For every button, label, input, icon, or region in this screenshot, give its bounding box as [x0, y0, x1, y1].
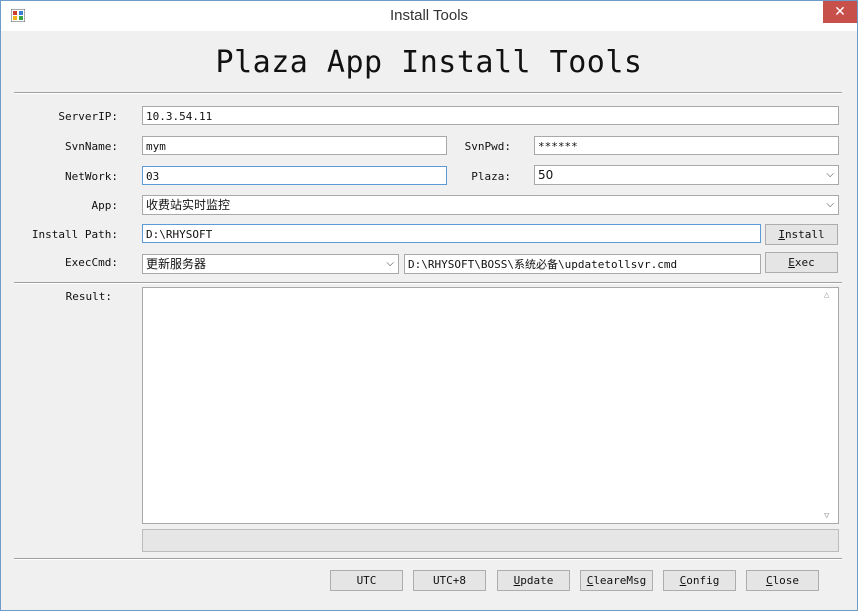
exec-button[interactable]: Exec — [765, 252, 838, 273]
utc8-button[interactable]: UTC+8 — [413, 570, 486, 591]
exec-button-mnemonic: E — [788, 256, 795, 269]
title-bar[interactable]: Install Tools ✕ — [1, 1, 857, 31]
server-ip-input[interactable]: 10.3.54.11 — [142, 106, 839, 125]
clear-msg-button-label: leareMsg — [593, 574, 647, 587]
network-label: NetWork: — [65, 170, 118, 183]
app-window: Install Tools ✕ Plaza App Install Tools … — [0, 0, 858, 611]
divider-top — [14, 92, 842, 94]
close-button-label: lose — [772, 574, 800, 587]
divider-bottom — [14, 558, 842, 560]
chevron-down-icon: ⌵ — [826, 169, 834, 180]
clear-msg-button[interactable]: CleareMsg — [580, 570, 653, 591]
chevron-down-icon: ⌵ — [826, 199, 834, 210]
chevron-down-icon: ⌵ — [386, 258, 394, 269]
divider-middle — [14, 282, 842, 284]
close-button[interactable]: Close — [746, 570, 819, 591]
svn-pwd-label: SvnPwd: — [464, 140, 511, 153]
app-select-value: 收费站实时监控 — [146, 198, 231, 212]
window-title: Install Tools — [389, 7, 469, 24]
update-button-label: pdate — [520, 574, 554, 587]
result-textarea[interactable]: △ ▽ — [142, 287, 839, 524]
app-select[interactable]: 收费站实时监控 ⌵ — [142, 195, 839, 215]
install-path-label: Install Path: — [31, 228, 118, 241]
app-label: App: — [91, 199, 119, 212]
exec-cmd-select[interactable]: 更新服务器 ⌵ — [142, 254, 399, 274]
svn-name-input[interactable]: mym — [142, 136, 447, 155]
utc-button[interactable]: UTC — [330, 570, 403, 591]
plaza-label: Plaza: — [471, 170, 511, 183]
window-close-button[interactable]: ✕ — [823, 1, 857, 23]
exec-cmd-select-value: 更新服务器 — [146, 257, 207, 271]
install-button-label: nstall — [784, 228, 825, 241]
exec-cmd-path-input[interactable]: D:\RHYSOFT\BOSS\系统必备\updatetollsvr.cmd — [404, 254, 761, 274]
config-button-label: onfig — [686, 574, 720, 587]
plaza-select-value: 50 — [538, 168, 554, 182]
result-scrollbar[interactable]: △ ▽ — [821, 288, 838, 523]
scroll-up-icon[interactable]: △ — [824, 290, 829, 300]
page-banner: Plaza App Install Tools — [215, 45, 643, 80]
close-button-mnemonic: C — [765, 574, 773, 587]
server-ip-label: ServerIP: — [58, 110, 118, 123]
update-button[interactable]: Update — [497, 570, 570, 591]
network-input[interactable]: 03 — [142, 166, 447, 185]
config-button[interactable]: Config — [663, 570, 736, 591]
exec-cmd-label: ExecCmd: — [65, 256, 118, 269]
install-button-mnemonic: I — [778, 228, 785, 241]
install-button[interactable]: Install — [765, 224, 838, 245]
scroll-down-icon[interactable]: ▽ — [824, 511, 829, 521]
install-path-input[interactable]: D:\RHYSOFT — [142, 224, 761, 243]
exec-button-label: xec — [794, 256, 815, 269]
svn-name-label: SvnName: — [65, 140, 118, 153]
close-icon: ✕ — [834, 4, 846, 20]
progress-bar — [142, 529, 839, 552]
client-area: Plaza App Install Tools ServerIP: 10.3.5… — [8, 31, 850, 603]
svn-pwd-input[interactable]: ****** — [534, 136, 839, 155]
result-label: Result: — [65, 290, 112, 303]
plaza-select[interactable]: 50 ⌵ — [534, 165, 839, 185]
